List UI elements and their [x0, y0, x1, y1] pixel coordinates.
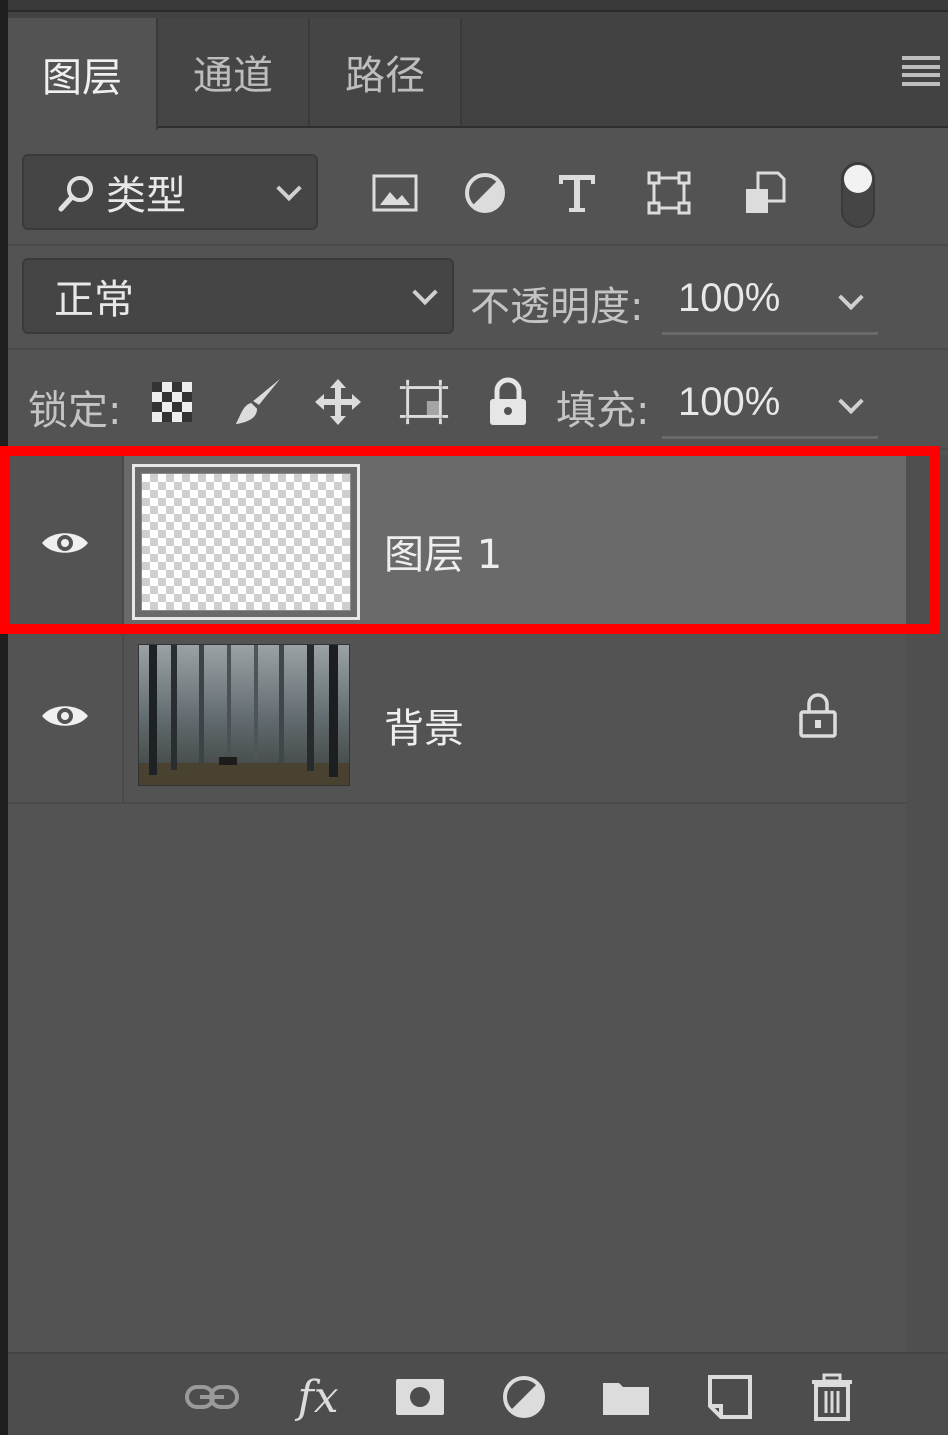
lock-icon[interactable]: [798, 692, 842, 740]
lock-label: 锁定:: [28, 388, 122, 434]
layer-row-layer1[interactable]: 图层 1: [8, 456, 906, 630]
filter-toggle-icon[interactable]: [838, 160, 878, 230]
divider: [8, 348, 948, 350]
mask-icon[interactable]: [392, 1372, 448, 1422]
link-icon[interactable]: [184, 1372, 240, 1422]
fill-field[interactable]: 100%: [662, 374, 878, 439]
layer-name[interactable]: 图层 1: [384, 522, 502, 580]
smart-object-filter-icon[interactable]: [740, 168, 790, 218]
blend-mode-label: 正常: [54, 277, 134, 323]
eye-icon: [42, 706, 88, 726]
opacity-field[interactable]: 100%: [662, 270, 878, 335]
panel-top-strip: [8, 0, 948, 12]
tab-channels[interactable]: 通道: [158, 18, 310, 126]
adjustment-icon[interactable]: [496, 1372, 552, 1422]
type-filter-icon[interactable]: [552, 168, 602, 218]
layer-thumbnail: [141, 473, 351, 611]
chevron-down-icon: [412, 279, 438, 306]
opacity-label: 不透明度:: [470, 284, 644, 330]
adjustment-filter-icon[interactable]: [460, 168, 510, 218]
panel-menu-icon[interactable]: [902, 56, 940, 86]
layers-bottom-toolbar: fx: [8, 1352, 948, 1435]
scrollbar-track[interactable]: [906, 456, 948, 1352]
layers-panel: 图层 通道 路径 类型 正常 不透明度: 100% 锁定: 填充: 100% 图…: [8, 0, 948, 1435]
eye-icon: [42, 533, 88, 553]
divider: [8, 448, 948, 450]
tab-bar: 图层 通道 路径: [8, 12, 948, 130]
image-filter-icon[interactable]: [370, 168, 420, 218]
fill-label: 填充:: [556, 388, 650, 434]
lock-position-icon[interactable]: [312, 376, 364, 428]
visibility-toggle[interactable]: [8, 630, 124, 802]
tab-paths[interactable]: 路径: [310, 18, 462, 126]
background-thumbnail: [138, 644, 350, 786]
new-layer-icon[interactable]: [702, 1372, 758, 1422]
layer-thumbnail-selection: [132, 464, 360, 620]
tab-layers[interactable]: 图层: [8, 18, 158, 130]
filter-type-label: 类型: [106, 173, 186, 219]
search-icon: [58, 176, 93, 212]
filter-type-select[interactable]: 类型: [22, 154, 318, 230]
lock-image-icon[interactable]: [232, 376, 284, 428]
chevron-down-icon: [276, 175, 302, 202]
fx-icon[interactable]: fx: [290, 1372, 346, 1423]
trash-icon[interactable]: [804, 1372, 860, 1422]
shape-filter-icon[interactable]: [644, 168, 694, 218]
blend-mode-select[interactable]: 正常: [22, 258, 454, 334]
fill-value: 100%: [678, 380, 781, 424]
visibility-toggle[interactable]: [8, 456, 124, 630]
lock-transparent-icon[interactable]: [146, 376, 198, 428]
lock-artboard-icon[interactable]: [398, 376, 450, 428]
chevron-down-icon[interactable]: [838, 388, 864, 415]
layer-row-background[interactable]: 背景: [8, 630, 906, 804]
divider: [8, 244, 948, 246]
chevron-down-icon[interactable]: [838, 284, 864, 311]
folder-icon[interactable]: [598, 1372, 654, 1422]
opacity-value: 100%: [678, 276, 781, 320]
layer-name[interactable]: 背景: [384, 696, 464, 754]
lock-all-icon[interactable]: [482, 376, 534, 428]
